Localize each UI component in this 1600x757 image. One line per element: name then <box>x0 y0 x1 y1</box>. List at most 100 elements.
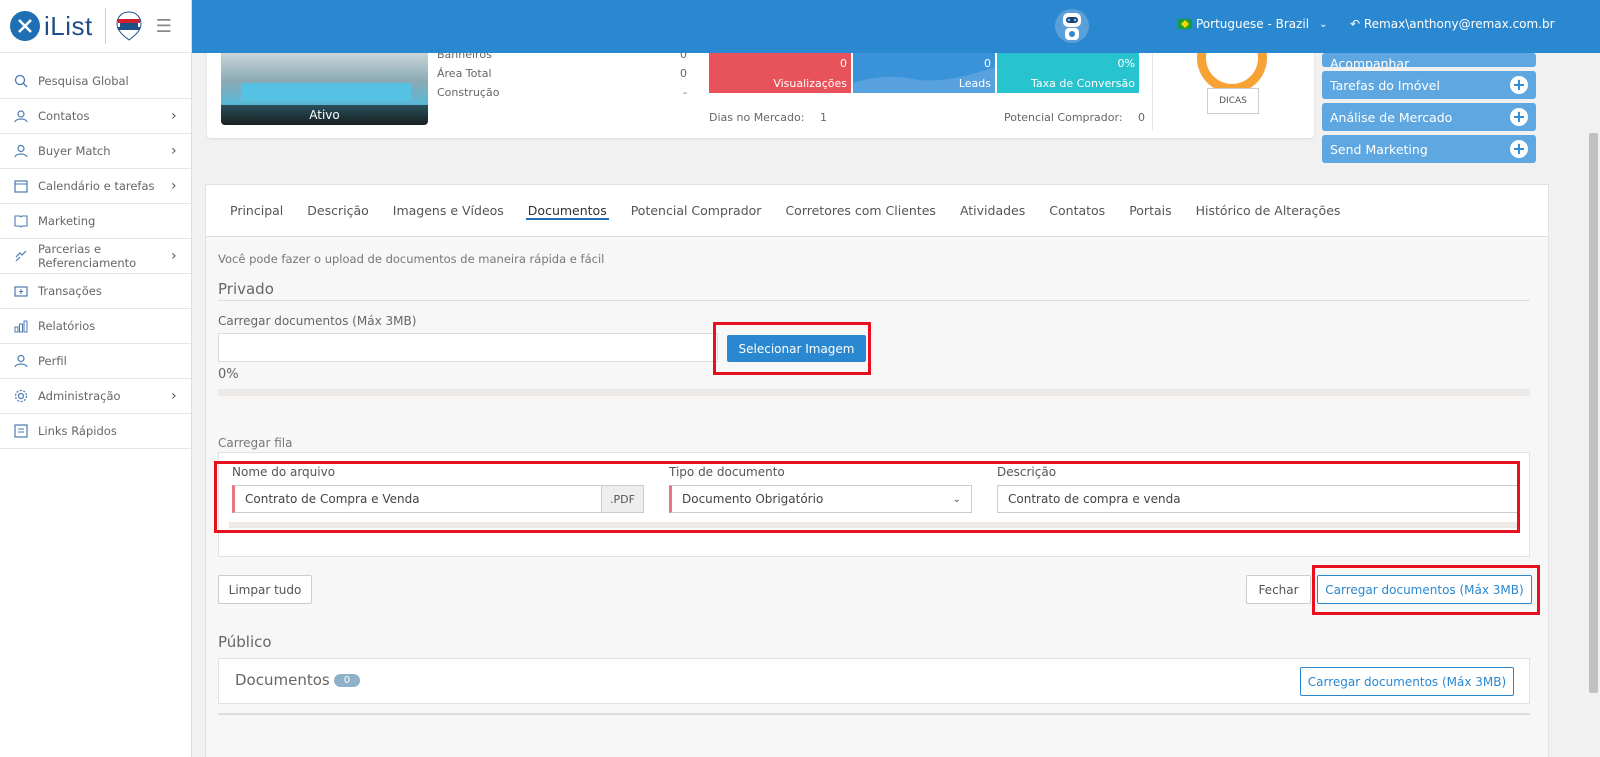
plus-icon: + <box>1510 140 1528 158</box>
public-divider <box>218 713 1530 715</box>
score-gauge <box>1197 53 1267 93</box>
spec-value: 0 <box>680 53 687 61</box>
private-section-title: Privado <box>218 280 274 298</box>
calendar-icon <box>12 177 30 195</box>
page-scrollbar[interactable] <box>1586 53 1600 757</box>
spec-label: Banheiros <box>437 53 492 61</box>
side-actions: Acompanhar Tarefas do Imóvel + Análise d… <box>1322 53 1536 167</box>
kpi-label: Leads <box>958 77 991 90</box>
tips-button[interactable]: DICAS <box>1207 88 1259 114</box>
sidebar-item-label: Relatórios <box>38 319 96 333</box>
clear-all-button[interactable]: Limpar tudo <box>218 575 312 604</box>
spec-label: Construção <box>437 86 500 99</box>
documents-count-badge: 0 <box>333 674 361 687</box>
quick-links-icon <box>12 422 30 440</box>
language-label: Portuguese - Brazil <box>1196 17 1310 31</box>
sidebar-item-label: Perfil <box>38 354 67 368</box>
sidebar-item-perfil[interactable]: Perfil <box>0 344 191 379</box>
tab-atividades[interactable]: Atividades <box>948 185 1037 237</box>
sidebar-item-label: Buyer Match <box>38 144 111 158</box>
days-value: 1 <box>819 111 827 124</box>
kpi-label: Taxa de Conversão <box>1030 77 1135 90</box>
sidebar-item-pesquisa-global[interactable]: Pesquisa Global <box>0 64 191 99</box>
sidebar-item-label: Marketing <box>38 214 96 228</box>
tab-contatos[interactable]: Contatos <box>1037 185 1117 237</box>
follow-button[interactable]: Acompanhar <box>1322 53 1536 67</box>
logout-arrow-icon: ↶ <box>1350 17 1364 31</box>
documents-body: Você pode fazer o upload de documentos d… <box>206 237 1548 757</box>
plus-icon: + <box>1510 108 1528 126</box>
sidebar-item-contatos[interactable]: Contatos › <box>0 99 191 134</box>
kpi-label: Visualizações <box>773 77 847 90</box>
tab-bar: Principal Descrição Imagens e Vídeos Doc… <box>206 185 1548 237</box>
sidebar-item-label: Administração <box>38 389 121 403</box>
tab-historico[interactable]: Histórico de Alterações <box>1184 185 1353 237</box>
partnership-icon <box>12 247 30 265</box>
chevron-right-icon: › <box>171 108 177 124</box>
close-button[interactable]: Fechar <box>1246 575 1311 604</box>
spec-value: 0 <box>680 67 687 80</box>
tab-descricao[interactable]: Descrição <box>295 185 381 237</box>
property-photo[interactable]: Ativo <box>221 53 428 125</box>
side-action-label: Tarefas do Imóvel <box>1330 77 1440 93</box>
upload-progress-bar <box>218 389 1530 396</box>
send-marketing-button[interactable]: Send Marketing + <box>1322 135 1536 163</box>
tab-principal[interactable]: Principal <box>218 185 295 237</box>
language-selector[interactable]: Portuguese - Brazil ⌄ <box>1178 17 1327 31</box>
sidebar-item-label: Calendário e tarefas <box>38 179 155 193</box>
tab-imagens-videos[interactable]: Imagens e Vídeos <box>381 185 516 237</box>
sidebar-item-calendario[interactable]: Calendário e tarefas › <box>0 169 191 204</box>
sidebar-item-administracao[interactable]: Administração › <box>0 379 191 414</box>
chevron-right-icon: › <box>171 143 177 159</box>
plus-icon: + <box>1510 76 1528 94</box>
market-analysis-button[interactable]: Análise de Mercado + <box>1322 103 1536 131</box>
spec-row: Área Total 0 <box>437 67 687 80</box>
marketing-icon <box>12 212 30 230</box>
buyer-value: 0 <box>1138 111 1146 124</box>
property-tasks-button[interactable]: Tarefas do Imóvel + <box>1322 71 1536 99</box>
side-action-label: Análise de Mercado <box>1330 109 1453 125</box>
public-upload-button[interactable]: Carregar documentos (Máx 3MB) <box>1300 667 1514 696</box>
tab-documentos[interactable]: Documentos <box>516 185 619 237</box>
highlight-select-button <box>713 322 871 375</box>
potential-buyers: Potencial Comprador: 0 <box>1004 111 1145 124</box>
sidebar-item-buyer-match[interactable]: Buyer Match › <box>0 134 191 169</box>
logo-divider <box>104 8 106 44</box>
tab-corretores[interactable]: Corretores com Clientes <box>773 185 948 237</box>
sidebar-item-marketing[interactable]: Marketing <box>0 204 191 239</box>
scrollbar-thumb[interactable] <box>1589 133 1598 693</box>
chevron-right-icon: › <box>171 388 177 404</box>
ilist-logo-icon <box>10 11 40 41</box>
remax-balloon-icon <box>116 11 142 41</box>
spec-value: - <box>683 86 687 99</box>
card-divider <box>1152 53 1153 131</box>
sidebar-item-parcerias[interactable]: Parcerias e Referenciamento › <box>0 239 191 274</box>
upload-intro-text: Você pode fazer o upload de documentos d… <box>218 252 605 266</box>
sidebar-item-links-rapidos[interactable]: Links Rápidos <box>0 414 191 449</box>
sidebar-item-relatorios[interactable]: Relatórios <box>0 309 191 344</box>
robot-assistant-icon[interactable] <box>1054 4 1090 48</box>
public-documents-box: Documentos 0 Carregar documentos (Máx 3MB… <box>218 658 1530 704</box>
contacts-icon <box>12 107 30 125</box>
pool-image-detail <box>241 83 411 101</box>
kpi-conversion: 0% Taxa de Conversão <box>997 53 1139 93</box>
sidebar-item-label: Parcerias e Referenciamento <box>38 242 137 270</box>
user-account[interactable]: ↶ Remax\anthony@remax.com.br <box>1350 17 1555 31</box>
property-status: Ativo <box>221 105 428 125</box>
menu-toggle-icon[interactable]: ☰ <box>156 16 172 37</box>
property-summary-card: Ativo Banheiros 0 Área Total 0 Construçã… <box>207 53 1314 138</box>
file-path-input[interactable] <box>218 333 718 362</box>
side-action-label: Send Marketing <box>1330 141 1428 157</box>
chevron-down-icon: ⌄ <box>1319 18 1328 30</box>
chevron-right-icon: › <box>171 178 177 194</box>
public-section-title: Público <box>218 633 272 651</box>
profile-icon <box>12 352 30 370</box>
tab-portais[interactable]: Portais <box>1117 185 1183 237</box>
main-content: Ativo Banheiros 0 Área Total 0 Construçã… <box>192 53 1586 757</box>
chevron-right-icon: › <box>171 248 177 264</box>
kpi-value: 0 <box>840 57 847 70</box>
highlight-queue <box>214 461 1520 533</box>
tab-potencial-comprador[interactable]: Potencial Comprador <box>619 185 774 237</box>
top-bar: Portuguese - Brazil ⌄ ↶ Remax\anthony@re… <box>192 0 1600 53</box>
sidebar-item-transacoes[interactable]: Transações <box>0 274 191 309</box>
